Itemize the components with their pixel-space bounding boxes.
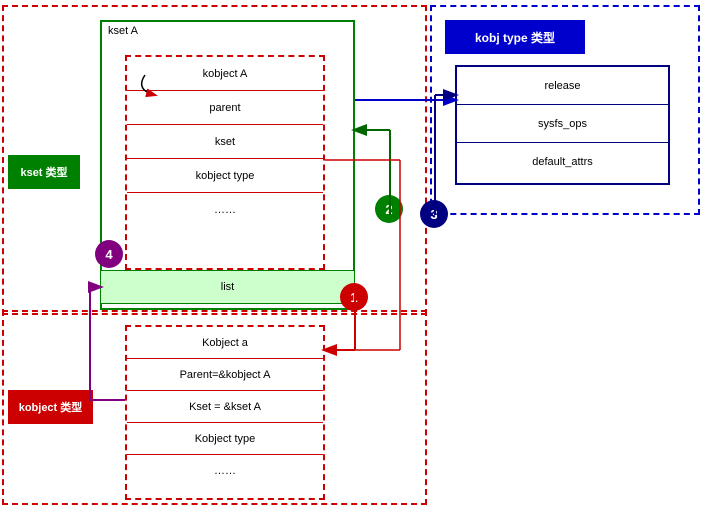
field-default-attrs: default_attrs	[457, 143, 668, 181]
kobj-type-header: kobj type 类型	[445, 20, 585, 54]
kset-a-label: kset A	[108, 25, 138, 37]
field-kobject-a: kobject A	[127, 57, 323, 91]
parent-row: Parent=&kobject A	[127, 359, 323, 391]
field-kset: kset	[127, 125, 323, 159]
kobject-a-inner: Kobject a Parent=&kobject A Kset = &kset…	[125, 325, 325, 500]
kobject-type-label: kobject 类型	[8, 390, 93, 424]
field-dots: ……	[127, 193, 323, 227]
kobject-type-row: Kobject type	[127, 423, 323, 455]
field-parent: parent	[127, 91, 323, 125]
badge-2: 2	[375, 195, 403, 223]
field-sysfs-ops: sysfs_ops	[457, 105, 668, 143]
kset-row: Kset = &kset A	[127, 391, 323, 423]
badge-3: 3	[420, 200, 448, 228]
dots-row: ……	[127, 455, 323, 487]
diagram: kset A kobject A parent kset kobject typ…	[0, 0, 709, 511]
list-row: list	[100, 270, 355, 304]
kset-type-label: kset 类型	[8, 155, 80, 189]
badge-1: 1	[340, 283, 368, 311]
kobject-a-row: Kobject a	[127, 327, 323, 359]
kset-a-inner: kobject A parent kset kobject type ……	[125, 55, 325, 270]
field-release: release	[457, 67, 668, 105]
badge-4: 4	[95, 240, 123, 268]
kobj-fields-box: release sysfs_ops default_attrs	[455, 65, 670, 185]
field-kobject-type: kobject type	[127, 159, 323, 193]
